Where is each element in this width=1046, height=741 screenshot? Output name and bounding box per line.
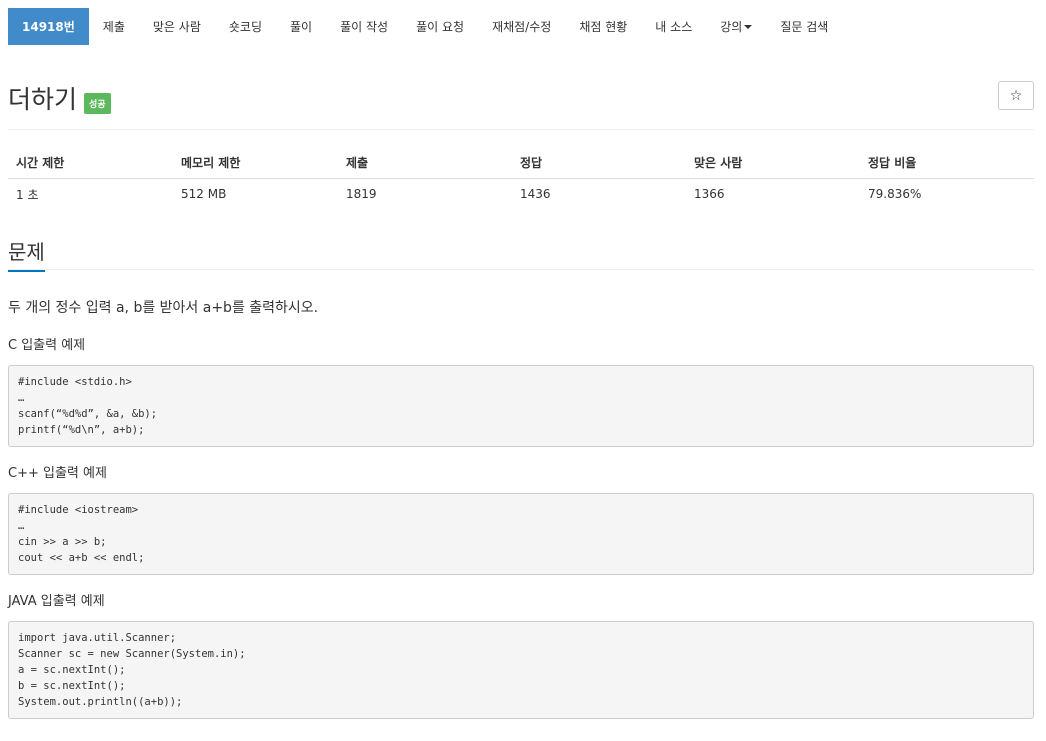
problem-info-table: 시간 제한 메모리 제한 제출 정답 맞은 사람 정답 비율 1 초 512 M… [8,148,1034,210]
nav-accepted-users[interactable]: 맞은 사람 [139,8,215,45]
problem-title: 더하기 [8,85,78,114]
caret-down-icon [744,24,753,29]
java-example-label: JAVA 입출력 예제 [8,594,105,609]
divider [8,129,1034,130]
problem-description: 두 개의 정수 입력 a, b를 받아서 a+b를 출력하시오. [8,300,319,316]
cpp-code-block: #include <iostream> … cin >> a >> b; cou… [8,493,1034,575]
divider [8,269,1034,270]
nav-solutions[interactable]: 풀이 [276,8,326,45]
submissions-value: 1819 [346,187,377,202]
problem-nav: 14918번 제출 맞은 사람 숏코딩 풀이 풀이 작성 풀이 요청 재채점/수… [8,8,1038,45]
nav-request-solution[interactable]: 풀이 요청 [402,8,478,45]
nav-status[interactable]: 채점 현황 [565,8,641,45]
time-limit-value: 1 초 [16,187,39,202]
nav-problem-number[interactable]: 14918번 [8,8,89,45]
nav-lectures-label: 강의 [720,20,743,34]
nav-rejudge[interactable]: 재채점/수정 [478,8,565,45]
header-accepted-users: 맞은 사람 [686,148,860,179]
header-time-limit: 시간 제한 [8,148,173,179]
header-accept-ratio: 정답 비율 [860,148,1034,179]
title-row: 더하기 성공 ☆ [8,80,1034,120]
cpp-example-label: C++ 입출력 예제 [8,466,107,481]
java-code-block: import java.util.Scanner; Scanner sc = n… [8,621,1034,719]
accepted-value: 1436 [520,187,551,202]
nav-question-search[interactable]: 질문 검색 [766,8,842,45]
header-memory-limit: 메모리 제한 [173,148,338,179]
nav-write-solution[interactable]: 풀이 작성 [326,8,402,45]
table-row: 1 초 512 MB 1819 1436 1366 79.836% [8,178,1034,210]
star-icon: ☆ [1009,87,1023,104]
accepted-users-value: 1366 [694,187,725,202]
table-header-row: 시간 제한 메모리 제한 제출 정답 맞은 사람 정답 비율 [8,148,1034,179]
header-accepted: 정답 [512,148,686,179]
favorite-button[interactable]: ☆ [998,81,1034,110]
c-code-block: #include <stdio.h> … scanf(“%d%d”, &a, &… [8,365,1034,447]
status-badge: 성공 [84,93,111,114]
c-example-label: C 입출력 예제 [8,338,86,353]
nav-submit[interactable]: 제출 [89,8,139,45]
nav-short-coding[interactable]: 숏코딩 [215,8,276,45]
accept-ratio-value: 79.836% [868,187,922,202]
nav-my-source[interactable]: 내 소스 [641,8,706,45]
nav-lectures-dropdown[interactable]: 강의 [706,8,766,45]
section-heading: 문제 [8,236,45,272]
header-submissions: 제출 [338,148,512,179]
memory-limit-value: 512 MB [181,187,227,202]
